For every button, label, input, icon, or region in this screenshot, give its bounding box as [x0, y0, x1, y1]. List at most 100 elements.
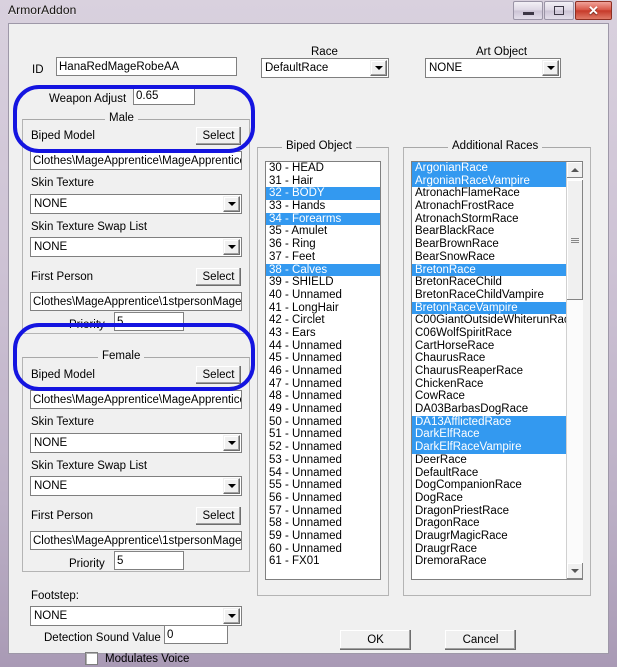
chevron-down-icon[interactable] — [223, 196, 240, 212]
male-skin-texture-swap-combobox[interactable]: NONE — [30, 237, 242, 257]
detection-sound-field[interactable]: 0 — [164, 625, 228, 644]
additional-race-item[interactable]: ArgonianRace — [412, 162, 582, 175]
biped-object-item[interactable]: 57 - Unnamed — [266, 505, 380, 518]
additional-race-item[interactable]: ChaurusReaperRace — [412, 365, 582, 378]
biped-object-item[interactable]: 43 - Ears — [266, 327, 380, 340]
biped-object-item[interactable]: 44 - Unnamed — [266, 340, 380, 353]
additional-race-item[interactable]: DogCompanionRace — [412, 479, 582, 492]
scroll-down-icon[interactable] — [567, 563, 583, 579]
male-first-person-select-button[interactable]: Select — [195, 267, 242, 287]
close-button[interactable]: ✕ — [575, 1, 612, 20]
biped-object-item[interactable]: 50 - Unnamed — [266, 416, 380, 429]
race-combobox[interactable]: DefaultRace — [261, 58, 389, 78]
ok-button[interactable]: OK — [339, 629, 412, 651]
biped-object-item[interactable]: 58 - Unnamed — [266, 517, 380, 530]
additional-race-item[interactable]: DarkElfRace — [412, 428, 582, 442]
additional-race-item[interactable]: CowRace — [412, 390, 582, 403]
additional-races-scrollbar[interactable] — [566, 162, 583, 579]
female-skin-texture-swap-combobox[interactable]: NONE — [30, 476, 242, 496]
biped-object-item[interactable]: 37 - Feet — [266, 251, 380, 264]
chevron-down-icon[interactable] — [223, 608, 240, 624]
maximize-button[interactable] — [544, 1, 574, 20]
male-biped-model-field[interactable]: Clothes\MageApprentice\MageApprenticeI — [30, 151, 242, 170]
biped-object-item[interactable]: 31 - Hair — [266, 175, 380, 188]
chevron-down-icon[interactable] — [223, 435, 240, 451]
additional-race-item[interactable]: DragonRace — [412, 517, 582, 530]
biped-object-item[interactable]: 55 - Unnamed — [266, 479, 380, 492]
additional-race-item[interactable]: BretonRaceVampire — [412, 301, 582, 315]
biped-object-item[interactable]: 41 - LongHair — [266, 302, 380, 315]
additional-race-item[interactable]: AtronachFrostRace — [412, 200, 582, 213]
biped-object-item[interactable]: 42 - Circlet — [266, 314, 380, 327]
biped-object-item[interactable]: 40 - Unnamed — [266, 289, 380, 302]
biped-object-item[interactable]: 52 - Unnamed — [266, 441, 380, 454]
additional-race-item[interactable]: C06WolfSpiritRace — [412, 327, 582, 340]
female-first-person-field[interactable]: Clothes\MageApprentice\1stpersonMageA — [30, 531, 242, 550]
biped-object-item[interactable]: 36 - Ring — [266, 238, 380, 251]
additional-race-item[interactable]: DeerRace — [412, 454, 582, 467]
modulates-voice-checkbox[interactable] — [85, 652, 98, 665]
additional-race-item[interactable]: BearBlackRace — [412, 225, 582, 238]
biped-object-item[interactable]: 54 - Unnamed — [266, 467, 380, 480]
additional-race-item[interactable]: ChickenRace — [412, 378, 582, 391]
biped-object-item[interactable]: 35 - Amulet — [266, 225, 380, 238]
additional-race-item[interactable]: BearSnowRace — [412, 251, 582, 264]
additional-races-listbox[interactable]: ArgonianRace ArgonianRaceVampire AtronachF… — [411, 161, 583, 580]
biped-object-item[interactable]: 60 - Unnamed — [266, 543, 380, 556]
biped-object-item[interactable]: 61 - FX01 — [266, 555, 380, 568]
additional-race-item[interactable]: BearBrownRace — [412, 238, 582, 251]
male-biped-model-select-button[interactable]: Select — [195, 126, 242, 146]
female-biped-model-field[interactable]: Clothes\MageApprentice\MageApprenticeI — [30, 390, 242, 409]
biped-object-item[interactable]: 33 - Hands — [266, 200, 380, 213]
weapon-adjust-field[interactable]: 0.65 — [133, 86, 195, 105]
male-priority-field[interactable]: 5 — [114, 312, 184, 331]
biped-object-item[interactable]: 30 - HEAD — [266, 162, 380, 175]
additional-race-item[interactable]: ArgonianRaceVampire — [412, 174, 582, 188]
biped-object-item[interactable]: 34 - Forearms — [266, 212, 380, 226]
chevron-down-icon[interactable] — [370, 60, 387, 76]
male-first-person-field[interactable]: Clothes\MageApprentice\1stpersonMageA — [30, 292, 242, 311]
biped-object-item[interactable]: 46 - Unnamed — [266, 365, 380, 378]
female-priority-field[interactable]: 5 — [114, 551, 184, 570]
female-skin-texture-combobox[interactable]: NONE — [30, 433, 242, 453]
chevron-down-icon[interactable] — [542, 60, 559, 76]
additional-race-item[interactable]: DraugrMagicRace — [412, 530, 582, 543]
cancel-button[interactable]: Cancel — [444, 629, 517, 651]
additional-race-item[interactable]: DragonPriestRace — [412, 505, 582, 518]
biped-object-item[interactable]: 47 - Unnamed — [266, 378, 380, 391]
female-biped-model-select-button[interactable]: Select — [195, 365, 242, 385]
biped-object-item[interactable]: 59 - Unnamed — [266, 530, 380, 543]
footstep-combobox[interactable]: NONE — [30, 606, 242, 626]
additional-race-item[interactable]: DarkElfRaceVampire — [412, 441, 582, 454]
additional-race-item[interactable]: BretonRaceChild — [412, 276, 582, 289]
male-skin-texture-combobox[interactable]: NONE — [30, 194, 242, 214]
scrollbar-thumb[interactable] — [567, 180, 583, 300]
biped-object-item[interactable]: 53 - Unnamed — [266, 454, 380, 467]
additional-race-item[interactable]: BretonRaceChildVampire — [412, 289, 582, 302]
female-first-person-select-button[interactable]: Select — [195, 506, 242, 526]
scroll-up-icon[interactable] — [567, 162, 583, 178]
biped-object-listbox[interactable]: 30 - HEAD 31 - Hair 32 - BODY 33 - Hands 34 … — [265, 161, 381, 580]
title-bar[interactable]: ArmorAddon ✕ — [0, 0, 617, 23]
additional-race-item[interactable]: CartHorseRace — [412, 340, 582, 353]
additional-race-item[interactable]: DA13AfflictedRace — [412, 415, 582, 429]
biped-object-item[interactable]: 38 - Calves — [266, 263, 380, 277]
biped-object-item[interactable]: 32 - BODY — [266, 187, 380, 201]
biped-object-item[interactable]: 39 - SHIELD — [266, 276, 380, 289]
additional-race-item[interactable]: DefaultRace — [412, 467, 582, 480]
additional-race-item[interactable]: AtronachFlameRace — [412, 187, 582, 200]
id-field[interactable]: HanaRedMageRobeAA — [56, 57, 237, 76]
minimize-button[interactable] — [513, 1, 543, 20]
additional-race-item[interactable]: BretonRace — [412, 263, 582, 277]
additional-race-item[interactable]: DremoraRace — [412, 555, 582, 568]
additional-race-item[interactable]: DogRace — [412, 492, 582, 505]
chevron-down-icon[interactable] — [223, 478, 240, 494]
art-object-combobox[interactable]: NONE — [425, 58, 561, 78]
biped-object-item[interactable]: 56 - Unnamed — [266, 492, 380, 505]
additional-race-item[interactable]: DA03BarbasDogRace — [412, 403, 582, 416]
additional-race-item[interactable]: C00GiantOutsideWhiterunRace — [412, 314, 582, 327]
biped-object-item[interactable]: 49 - Unnamed — [266, 403, 380, 416]
chevron-down-icon[interactable] — [223, 239, 240, 255]
additional-race-item[interactable]: ChaurusRace — [412, 352, 582, 365]
biped-object-item[interactable]: 45 - Unnamed — [266, 352, 380, 365]
